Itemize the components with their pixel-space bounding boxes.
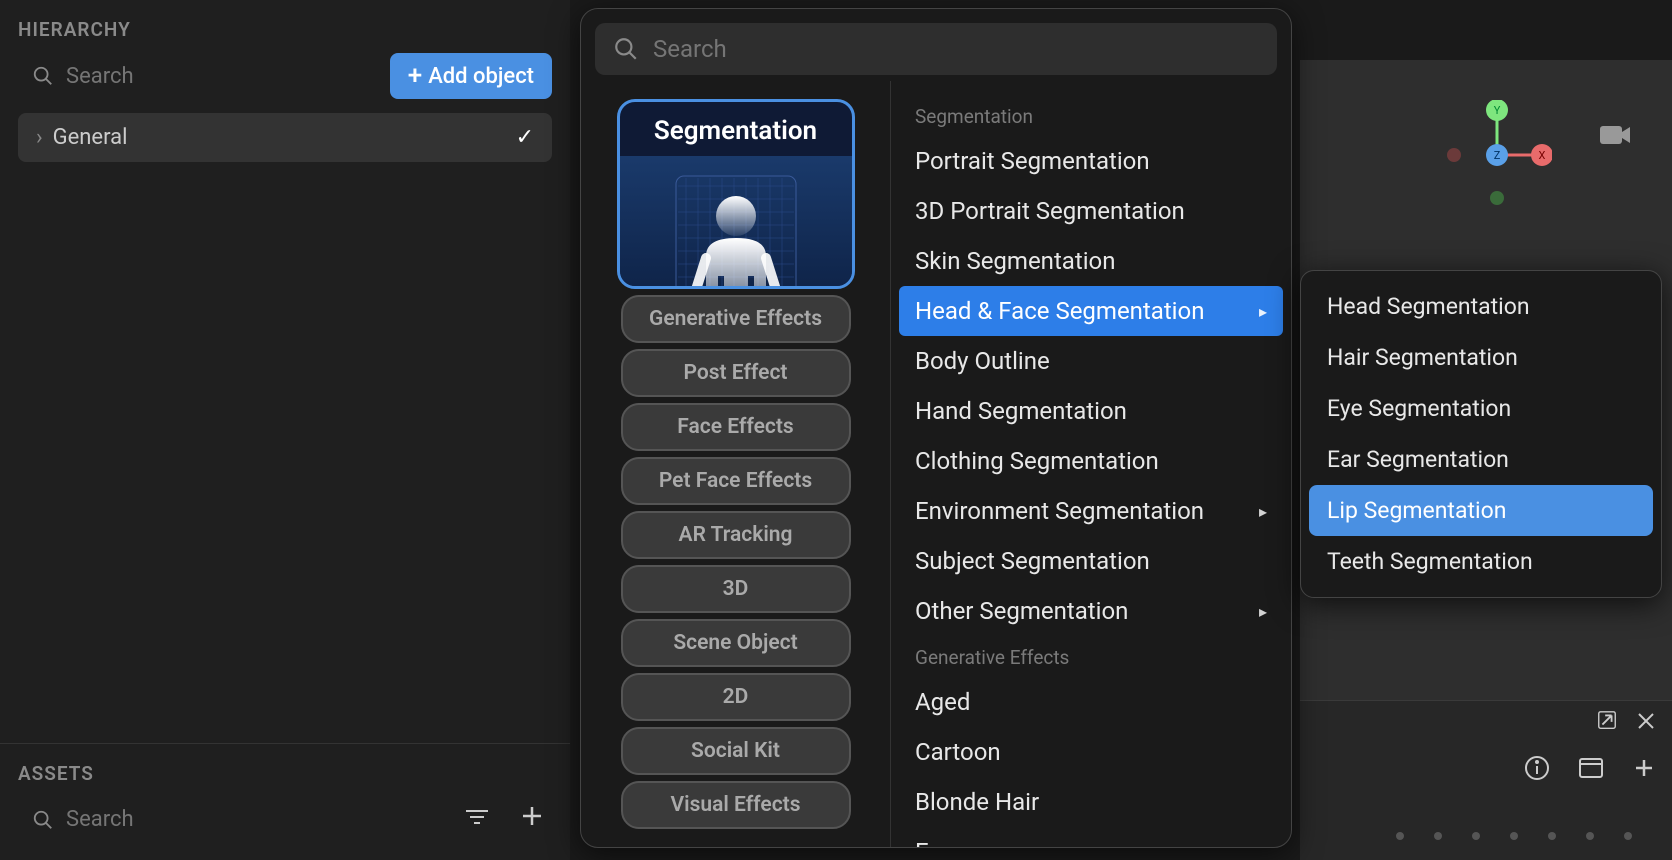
- menu-column: Segmentation Portrait Segmentation 3D Port…: [891, 81, 1291, 847]
- category-card-2d[interactable]: 2D: [621, 673, 851, 721]
- menu-item-subject-segmentation[interactable]: Subject Segmentation: [891, 536, 1291, 586]
- hierarchy-root-item[interactable]: › General ✓: [18, 113, 552, 162]
- category-card-social-kit[interactable]: Social Kit: [621, 727, 851, 775]
- menu-item-label: Environment Segmentation: [915, 497, 1204, 525]
- assets-search[interactable]: [18, 797, 442, 842]
- close-icon[interactable]: [1636, 709, 1656, 737]
- submenu-item-teeth-segmentation[interactable]: Teeth Segmentation: [1309, 536, 1653, 587]
- category-card-3d[interactable]: 3D: [621, 565, 851, 613]
- category-card-post-effect[interactable]: Post Effect: [621, 349, 851, 397]
- search-icon: [613, 36, 639, 62]
- menu-item-label: Body Outline: [915, 347, 1050, 375]
- popout-icon[interactable]: [1596, 709, 1618, 737]
- submenu-item-eye-segmentation[interactable]: Eye Segmentation: [1309, 383, 1653, 434]
- submenu-item-ear-segmentation[interactable]: Ear Segmentation: [1309, 434, 1653, 485]
- search-icon: [32, 809, 54, 831]
- menu-item-clothing-segmentation[interactable]: Clothing Segmentation: [891, 436, 1291, 486]
- category-column: Segmentation Generative Effects Post Effec…: [581, 81, 891, 847]
- category-card-ar-tracking[interactable]: AR Tracking: [621, 511, 851, 559]
- menu-item-blonde-hair[interactable]: Blonde Hair: [891, 777, 1291, 827]
- segmentation-thumb: [620, 156, 852, 289]
- window-icon[interactable]: [1578, 757, 1604, 783]
- menu-item-label: Blonde Hair: [915, 788, 1039, 816]
- menu-group-label: Generative Effects: [891, 636, 1291, 677]
- menu-item-label: Portrait Segmentation: [915, 147, 1150, 175]
- menu-item-other-segmentation[interactable]: Other Segmentation ▸: [891, 586, 1291, 636]
- menu-item-skin-segmentation[interactable]: Skin Segmentation: [891, 236, 1291, 286]
- popover-search[interactable]: [595, 23, 1277, 75]
- menu-item-environment-segmentation[interactable]: Environment Segmentation ▸: [891, 486, 1291, 536]
- category-card-generative-effects[interactable]: Generative Effects: [621, 295, 851, 343]
- camera-icon[interactable]: [1600, 120, 1632, 153]
- hierarchy-header: HIERARCHY: [0, 0, 570, 53]
- menu-item-erasers[interactable]: Erasers ▸: [891, 827, 1291, 847]
- left-sidebar: HIERARCHY + Add object › General ✓ ASSETS: [0, 0, 570, 860]
- chevron-right-icon: ▸: [1259, 843, 1267, 848]
- bottom-panel: [1300, 700, 1672, 860]
- menu-item-hand-segmentation[interactable]: Hand Segmentation: [891, 386, 1291, 436]
- axis-gizmo[interactable]: Y X Z: [1442, 100, 1552, 210]
- add-object-popover: Segmentation Generative Effects Post Effec…: [580, 8, 1292, 848]
- search-icon: [32, 65, 54, 87]
- category-card-scene-object[interactable]: Scene Object: [621, 619, 851, 667]
- menu-group-label: Segmentation: [891, 95, 1291, 136]
- menu-item-portrait-segmentation[interactable]: Portrait Segmentation: [891, 136, 1291, 186]
- menu-item-head-face-segmentation[interactable]: Head & Face Segmentation ▸: [899, 286, 1283, 336]
- submenu-flyout: Head SegmentationHair SegmentationEye Se…: [1300, 270, 1662, 598]
- pagination-dots: [1396, 832, 1632, 840]
- menu-item-label: Clothing Segmentation: [915, 447, 1159, 475]
- menu-item-label: Head & Face Segmentation: [915, 297, 1204, 325]
- submenu-item-lip-segmentation[interactable]: Lip Segmentation: [1309, 485, 1653, 536]
- hierarchy-search[interactable]: [18, 54, 378, 99]
- menu-item-label: Subject Segmentation: [915, 547, 1150, 575]
- tree-item-label: General: [53, 125, 128, 150]
- assets-search-input[interactable]: [66, 807, 428, 832]
- category-card-pet-face-effects[interactable]: Pet Face Effects: [621, 457, 851, 505]
- category-title: Segmentation: [620, 102, 852, 156]
- svg-text:Z: Z: [1494, 149, 1501, 162]
- category-card-segmentation[interactable]: Segmentation: [617, 99, 855, 289]
- chevron-right-icon: ▸: [1259, 302, 1267, 321]
- menu-item-label: Aged: [915, 688, 970, 716]
- menu-item-3d-portrait-segmentation[interactable]: 3D Portrait Segmentation: [891, 186, 1291, 236]
- chevron-right-icon: ›: [36, 125, 43, 150]
- chevron-right-icon: ▸: [1259, 602, 1267, 621]
- menu-item-aged[interactable]: Aged: [891, 677, 1291, 727]
- menu-item-cartoon[interactable]: Cartoon: [891, 727, 1291, 777]
- assets-panel: ASSETS: [0, 743, 570, 860]
- svg-text:Y: Y: [1494, 104, 1501, 117]
- chevron-right-icon: ▸: [1259, 502, 1267, 521]
- add-asset-icon[interactable]: [512, 800, 552, 839]
- menu-item-label: 3D Portrait Segmentation: [915, 197, 1185, 225]
- add-object-button[interactable]: + Add object: [390, 53, 552, 99]
- info-icon[interactable]: [1524, 755, 1550, 785]
- menu-item-label: Cartoon: [915, 738, 1001, 766]
- menu-item-label: Skin Segmentation: [915, 247, 1115, 275]
- category-card-visual-effects[interactable]: Visual Effects: [621, 781, 851, 829]
- add-icon[interactable]: [1632, 756, 1656, 784]
- plus-icon: +: [408, 63, 422, 89]
- menu-item-label: Hand Segmentation: [915, 397, 1127, 425]
- menu-item-label: Erasers: [915, 838, 995, 847]
- popover-search-input[interactable]: [653, 35, 1259, 63]
- menu-item-label: Other Segmentation: [915, 597, 1128, 625]
- submenu-item-hair-segmentation[interactable]: Hair Segmentation: [1309, 332, 1653, 383]
- hierarchy-search-input[interactable]: [66, 64, 364, 89]
- menu-item-body-outline[interactable]: Body Outline: [891, 336, 1291, 386]
- assets-header: ASSETS: [18, 762, 552, 785]
- svg-text:X: X: [1539, 149, 1546, 162]
- check-icon: ✓: [516, 125, 534, 150]
- submenu-item-head-segmentation[interactable]: Head Segmentation: [1309, 281, 1653, 332]
- add-object-label: Add object: [428, 64, 534, 89]
- category-card-face-effects[interactable]: Face Effects: [621, 403, 851, 451]
- filter-icon[interactable]: [456, 801, 498, 839]
